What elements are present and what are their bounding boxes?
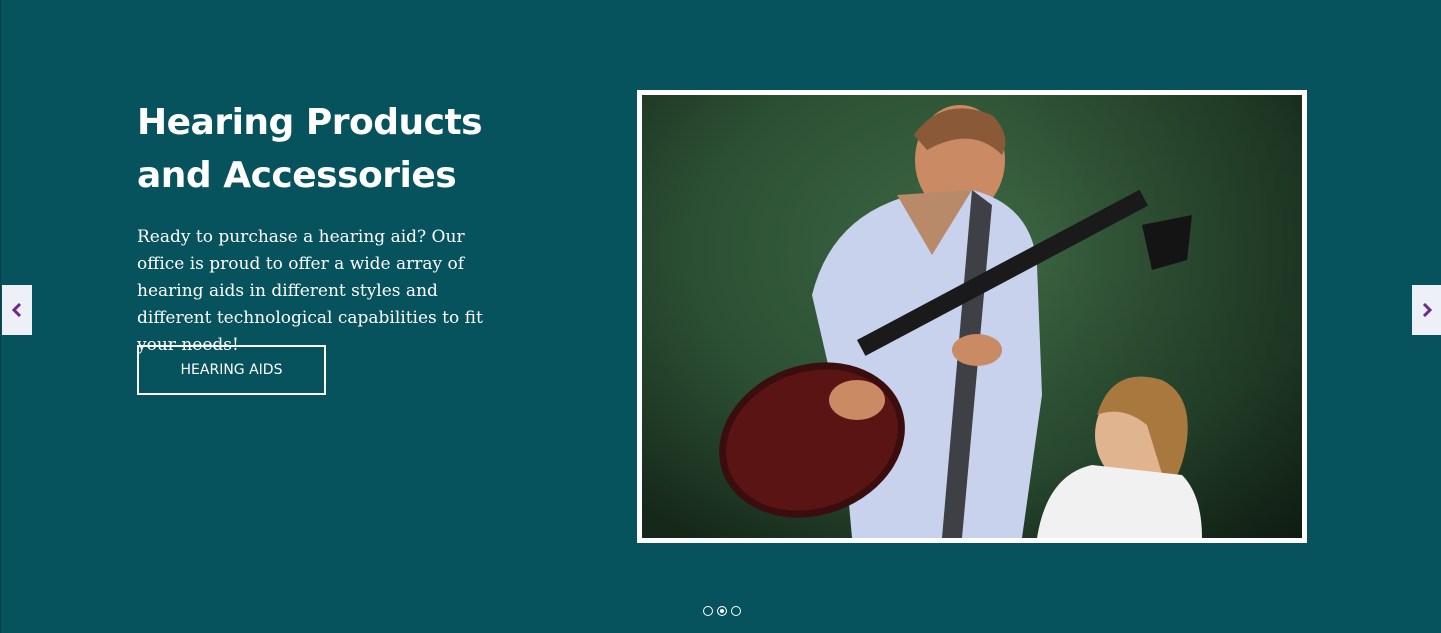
hero-photo-frame <box>637 90 1307 543</box>
next-slide-button[interactable] <box>1412 285 1441 335</box>
chevron-left-icon <box>11 303 22 317</box>
hero-heading-line1: Hearing Products <box>137 102 483 143</box>
carousel-dots <box>703 606 741 616</box>
hero-heading: Hearing Products and Accessories <box>137 96 517 202</box>
hero-photo <box>642 95 1302 538</box>
hearing-aids-button-label: HEARING AIDS <box>180 362 283 378</box>
carousel-dot-2[interactable] <box>717 606 727 616</box>
hearing-aids-button[interactable]: HEARING AIDS <box>137 345 326 395</box>
chevron-right-icon <box>1422 303 1433 317</box>
carousel-dot-3[interactable] <box>731 606 741 616</box>
hero-description: Ready to purchase a hearing aid? Our off… <box>137 227 483 355</box>
prev-slide-button[interactable] <box>2 285 32 335</box>
hero-text: Hearing Products and Accessories Ready t… <box>137 96 517 359</box>
hero-heading-line2: and Accessories <box>137 155 457 196</box>
hero-slider: Hearing Products and Accessories Ready t… <box>0 0 1441 633</box>
carousel-dot-1[interactable] <box>703 606 713 616</box>
